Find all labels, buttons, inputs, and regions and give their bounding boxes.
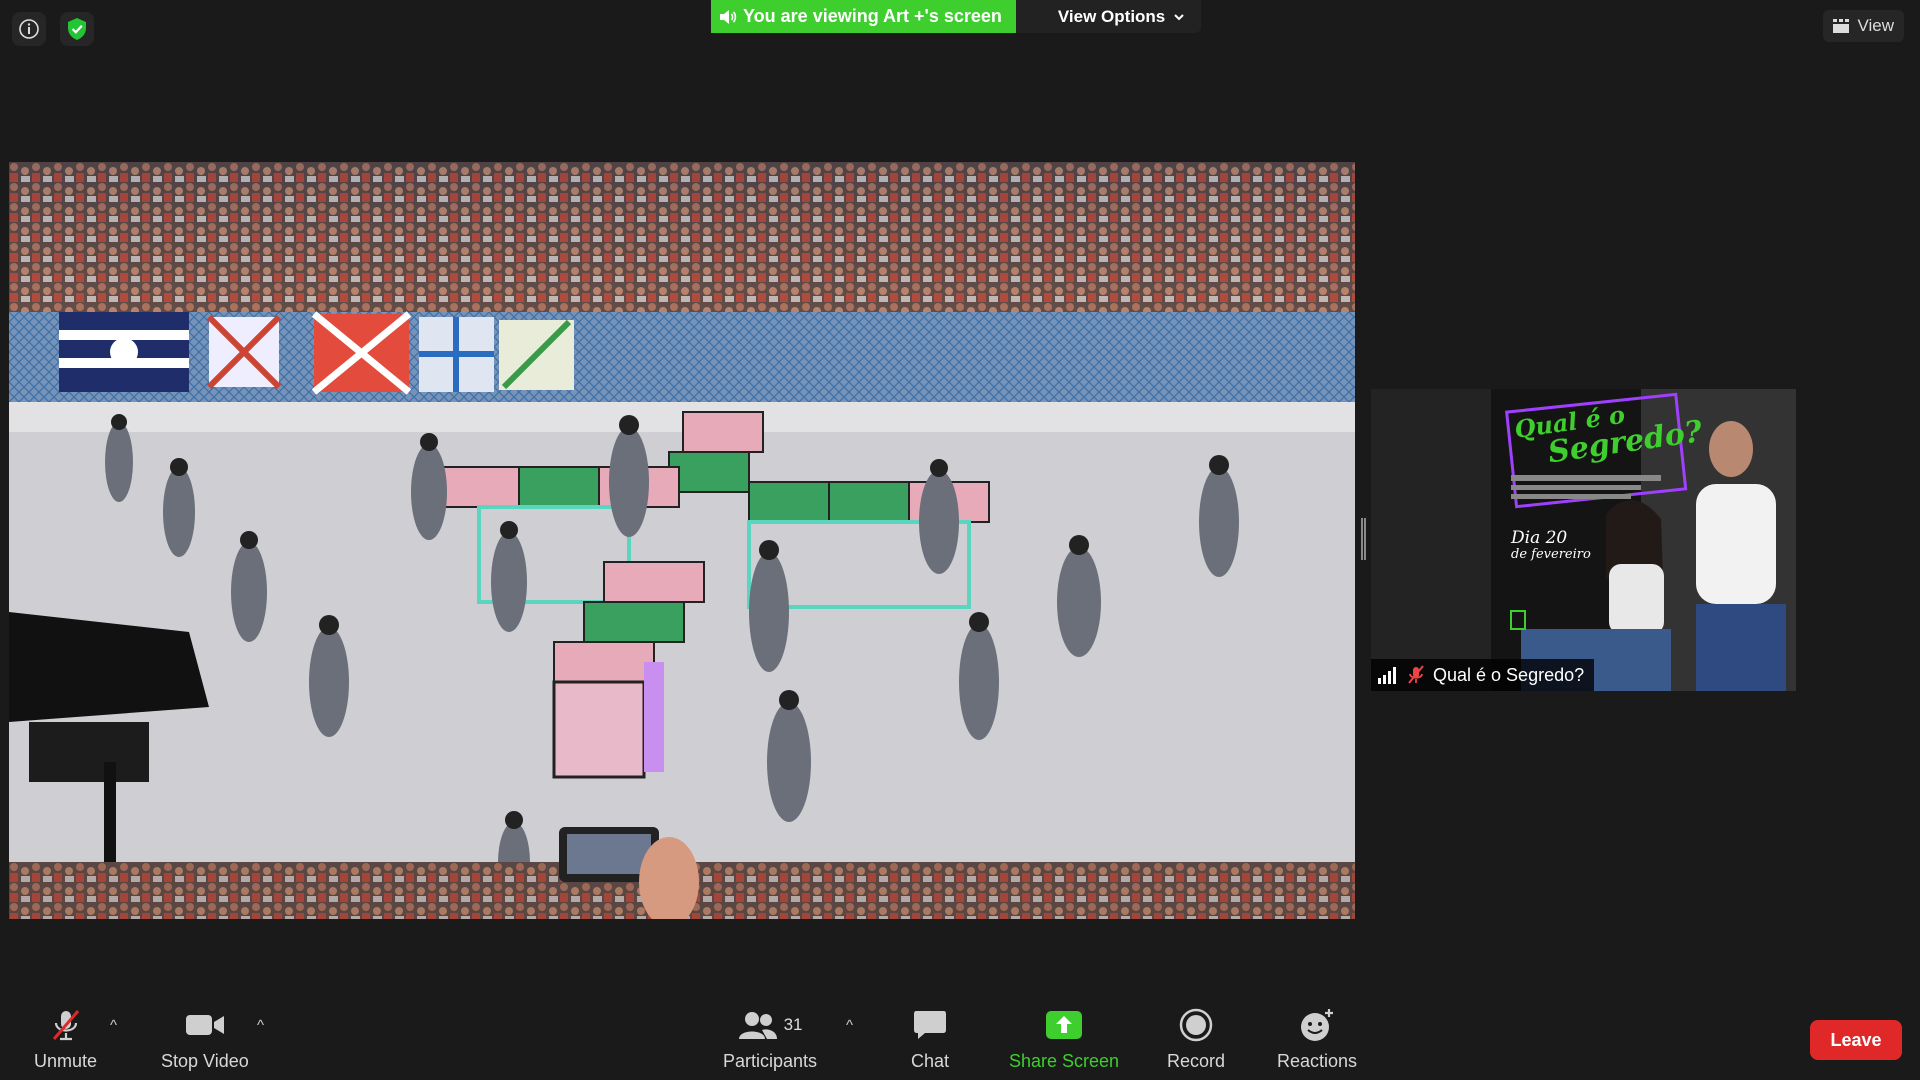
share-screen-icon xyxy=(1046,1011,1083,1039)
participants-options-caret[interactable]: ^ xyxy=(846,1017,853,1034)
chat-button[interactable]: Chat xyxy=(911,1005,949,1072)
chat-label: Chat xyxy=(911,1051,950,1071)
participants-icon xyxy=(738,1012,777,1039)
share-screen-button[interactable]: Share Screen xyxy=(1009,1005,1119,1072)
poster-date-line1: Dia 20 xyxy=(1511,528,1568,548)
meeting-toolbar: Unmute ^ Stop Video ^ 31 Participants ^ xyxy=(0,980,1920,1080)
participant-name-label: Qual é o Segredo? xyxy=(1371,659,1595,691)
leave-button[interactable]: Leave xyxy=(1810,1020,1902,1060)
participants-count: 31 xyxy=(783,1015,803,1034)
video-options-caret[interactable]: ^ xyxy=(257,1017,264,1034)
grid-icon xyxy=(1833,19,1850,33)
encryption-button[interactable] xyxy=(60,12,94,46)
participants-button[interactable]: 31 Participants xyxy=(723,1005,817,1072)
shield-check-icon xyxy=(68,18,86,40)
view-layout-button[interactable]: View xyxy=(1823,10,1904,42)
view-label: View xyxy=(1857,16,1894,35)
signal-icon xyxy=(1378,667,1396,684)
participant-name: Qual é o Segredo? xyxy=(1433,664,1585,685)
record-button[interactable]: Record xyxy=(1167,1005,1225,1072)
record-label: Record xyxy=(1167,1051,1226,1071)
share-screen-label: Share Screen xyxy=(1009,1051,1120,1071)
unmute-label: Unmute xyxy=(34,1051,98,1071)
reactions-icon xyxy=(1301,1009,1334,1041)
speaker-icon xyxy=(720,9,737,24)
chevron-down-icon xyxy=(1174,13,1184,20)
unmute-button[interactable]: Unmute xyxy=(34,1005,97,1072)
participant-video-tile[interactable]: Qual é o Segredo? Dia 20 de fevereiro Qu… xyxy=(1371,389,1796,691)
mic-muted-icon xyxy=(52,1010,79,1041)
shared-screen-image xyxy=(9,162,1355,919)
viewing-banner: You are viewing Art +'s screen xyxy=(711,0,1016,33)
leave-label: Leave xyxy=(1830,1029,1882,1050)
record-icon xyxy=(1179,1008,1213,1042)
screen-share-banner: You are viewing Art +'s screen View Opti… xyxy=(711,0,1202,33)
stop-video-label: Stop Video xyxy=(161,1051,249,1071)
reactions-label: Reactions xyxy=(1277,1051,1358,1071)
stop-video-button[interactable]: Stop Video xyxy=(161,1005,249,1072)
viewing-banner-text: You are viewing Art +'s screen xyxy=(743,6,1002,26)
chat-bubble-icon xyxy=(914,1011,947,1039)
poster-date-line2: de fevereiro xyxy=(1511,546,1591,562)
reactions-button[interactable]: Reactions xyxy=(1277,1005,1357,1072)
meeting-info-button[interactable] xyxy=(12,12,46,46)
view-options-label: View Options xyxy=(1057,6,1166,26)
mic-muted-icon xyxy=(1408,665,1424,684)
shared-screen-view[interactable] xyxy=(9,162,1355,919)
video-camera-icon xyxy=(185,1015,224,1035)
panel-splitter[interactable] xyxy=(1361,518,1366,560)
audio-options-caret[interactable]: ^ xyxy=(110,1017,117,1034)
info-icon xyxy=(19,19,39,39)
participants-label: Participants xyxy=(723,1051,818,1071)
view-options-button[interactable]: View Options xyxy=(1015,0,1202,33)
